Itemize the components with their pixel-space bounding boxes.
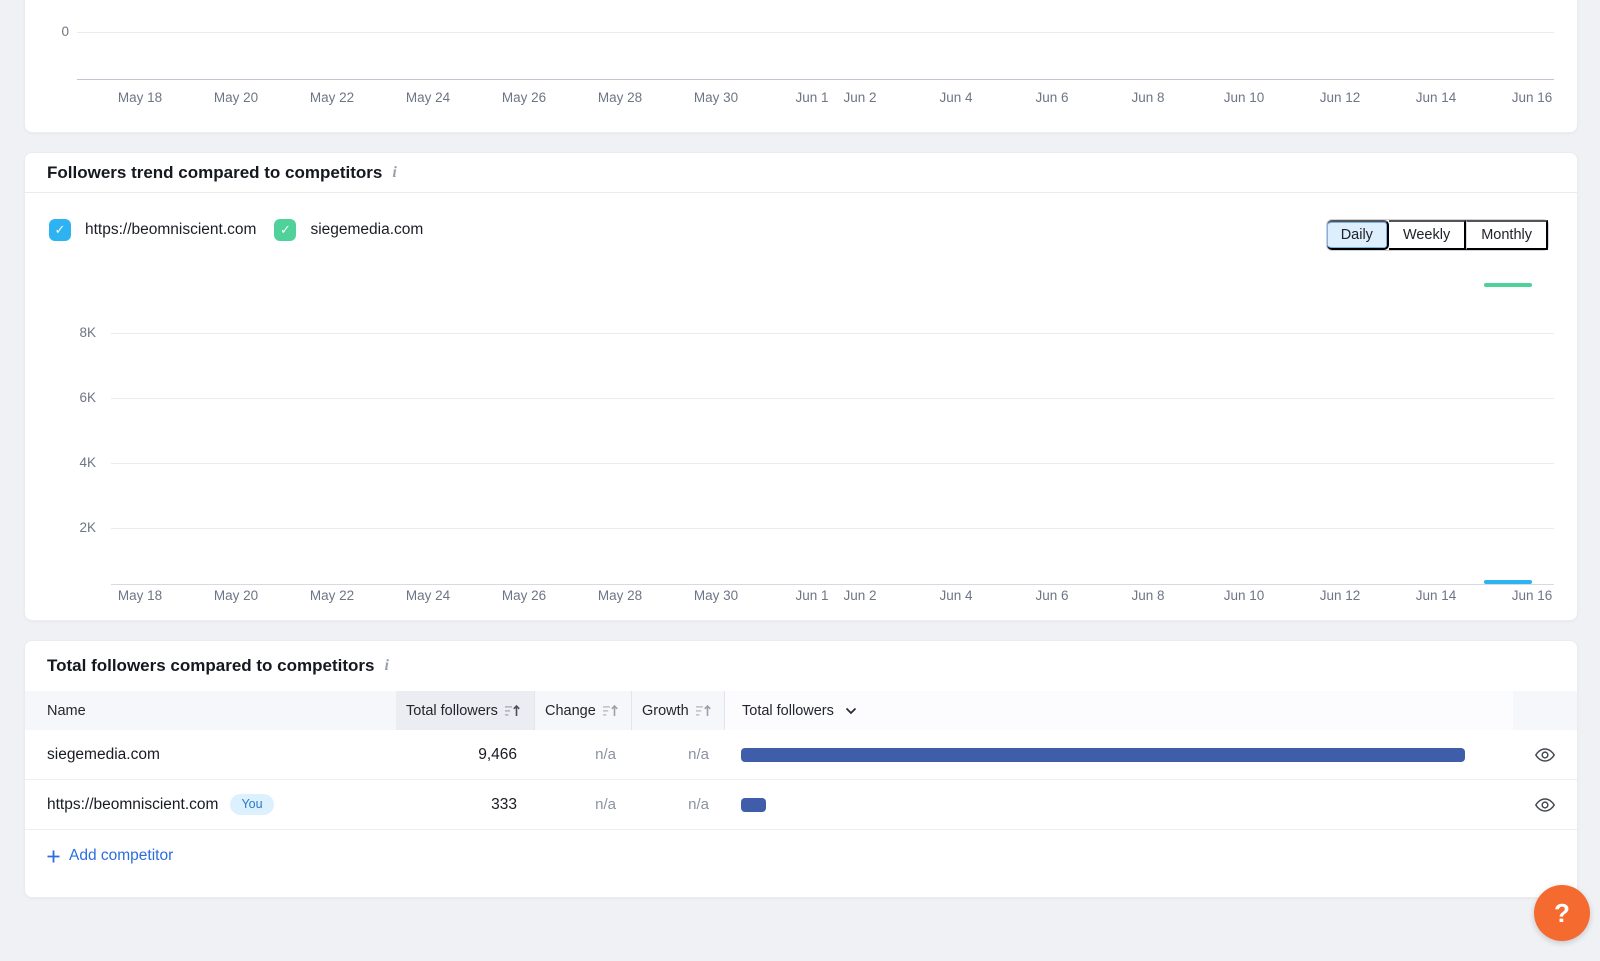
competitor-name-cell: https://beomniscient.com You [25, 794, 396, 815]
table-row: siegemedia.com 9,466 n/a n/a [25, 730, 1577, 780]
x-axis-line [77, 79, 1554, 80]
you-badge: You [230, 794, 273, 815]
y-axis-tick: 0 [25, 23, 69, 41]
x-axis-tick: Jun 4 [916, 89, 996, 107]
column-label: Total followers [742, 703, 834, 719]
add-competitor-button[interactable]: Add competitor [47, 847, 173, 865]
info-icon: i [384, 657, 388, 675]
change-value: n/a [534, 796, 631, 813]
gridline [111, 528, 1554, 529]
x-axis-tick: Jun 12 [1300, 587, 1380, 605]
sort-icon [696, 704, 712, 718]
followers-trend-card: Followers trend compared to competitors … [24, 152, 1578, 621]
table-row: https://beomniscient.com You 333 n/a n/a [25, 780, 1577, 830]
x-axis-tick: May 28 [580, 89, 660, 107]
eye-visibility-toggle[interactable] [1513, 794, 1577, 816]
question-mark-icon: ? [1554, 898, 1570, 929]
x-axis-tick: Jun 2 [820, 89, 900, 107]
social-analytics-page: { "chart_data": [ { "id": "top-partial-c… [0, 0, 1600, 961]
x-axis-tick: May 26 [484, 587, 564, 605]
x-axis-tick: May 22 [292, 587, 372, 605]
x-axis-tick: Jun 2 [820, 587, 900, 605]
x-axis-line [111, 584, 1554, 585]
sort-icon [603, 704, 619, 718]
gridline [111, 333, 1554, 334]
column-label: Total followers [406, 703, 498, 719]
x-axis-tick: May 24 [388, 89, 468, 107]
column-header-total-followers[interactable]: Total followers [396, 691, 534, 730]
column-header-name: Name [25, 691, 396, 730]
bar-cell [724, 798, 1513, 812]
card-header: Total followers compared to competitors … [25, 641, 1577, 691]
x-axis: May 18 May 20 May 22 May 24 May 26 May 28 May … [25, 587, 1577, 605]
chevron-down-icon [845, 707, 857, 715]
x-axis-tick: May 20 [196, 89, 276, 107]
change-value: n/a [534, 746, 631, 763]
followers-bar [741, 748, 1465, 762]
growth-value: n/a [631, 796, 724, 813]
bar-cell [724, 748, 1513, 762]
x-axis-tick: Jun 10 [1204, 587, 1284, 605]
y-axis-tick: 6K [25, 389, 96, 407]
x-axis-tick: May 28 [580, 587, 660, 605]
total-followers-value: 333 [396, 796, 534, 814]
total-followers-value: 9,466 [396, 746, 534, 764]
column-label: Change [545, 703, 596, 719]
x-axis-tick: Jun 8 [1108, 89, 1188, 107]
x-axis-tick: May 18 [100, 587, 180, 605]
x-axis-tick: Jun 14 [1396, 89, 1476, 107]
x-axis-tick: Jun 4 [916, 587, 996, 605]
competitor-name: siegemedia.com [47, 746, 160, 764]
x-axis-tick: Jun 14 [1396, 587, 1476, 605]
help-button[interactable]: ? [1534, 885, 1590, 941]
plus-icon [47, 850, 60, 863]
top-chart-card: 0 May 18May 20May 22May 24May 26May 28Ma… [24, 0, 1578, 133]
column-header-growth[interactable]: Growth [631, 691, 724, 730]
x-axis-tick: May 26 [484, 89, 564, 107]
x-axis-tick: May 30 [676, 587, 756, 605]
total-followers-card: Total followers compared to competitors … [24, 640, 1578, 898]
sort-icon [505, 704, 521, 718]
column-header-change[interactable]: Change [534, 691, 631, 730]
table-header-row: Name Total followers Change Growth [25, 691, 1577, 730]
x-axis-tick: Jun 16 [1492, 89, 1572, 107]
eye-icon [1534, 744, 1556, 766]
trend-line [1484, 283, 1532, 287]
x-axis-tick: Jun 16 [1492, 587, 1572, 605]
competitor-name: https://beomniscient.com [47, 796, 218, 814]
x-axis-tick: May 30 [676, 89, 756, 107]
gridline [111, 463, 1554, 464]
y-axis-tick: 4K [25, 454, 96, 472]
column-header-visibility [1513, 691, 1577, 730]
trend-line [1484, 580, 1532, 584]
gridline [77, 32, 1554, 33]
competitor-name-cell: siegemedia.com [25, 746, 396, 764]
x-axis-tick: Jun 6 [1012, 587, 1092, 605]
followers-trend-chart: 2K4K6K8K May 18May 20May 22May 24May 26M… [25, 153, 1577, 620]
eye-visibility-toggle[interactable] [1513, 744, 1577, 766]
x-axis-tick: Jun 8 [1108, 587, 1188, 605]
y-axis-tick: 8K [25, 324, 96, 342]
y-axis-tick: 2K [25, 519, 96, 537]
x-axis-tick: May 20 [196, 587, 276, 605]
bar-metric-dropdown[interactable]: Total followers [724, 691, 1513, 730]
x-axis-tick: May 22 [292, 89, 372, 107]
x-axis-tick: May 18 [100, 89, 180, 107]
x-axis-tick: Jun 10 [1204, 89, 1284, 107]
gridline [111, 398, 1554, 399]
growth-value: n/a [631, 746, 724, 763]
eye-icon [1534, 794, 1556, 816]
card-title: Total followers compared to competitors [47, 656, 374, 676]
add-competitor-row: Add competitor [25, 830, 1577, 868]
x-axis: May 18 May 20 May 22 May 24 May 26 May 28 May … [25, 89, 1577, 107]
add-competitor-label: Add competitor [69, 847, 173, 865]
x-axis-tick: Jun 12 [1300, 89, 1380, 107]
followers-bar [741, 798, 766, 812]
x-axis-tick: Jun 6 [1012, 89, 1092, 107]
column-label: Growth [642, 703, 689, 719]
x-axis-tick: May 24 [388, 587, 468, 605]
column-label: Name [47, 703, 86, 719]
